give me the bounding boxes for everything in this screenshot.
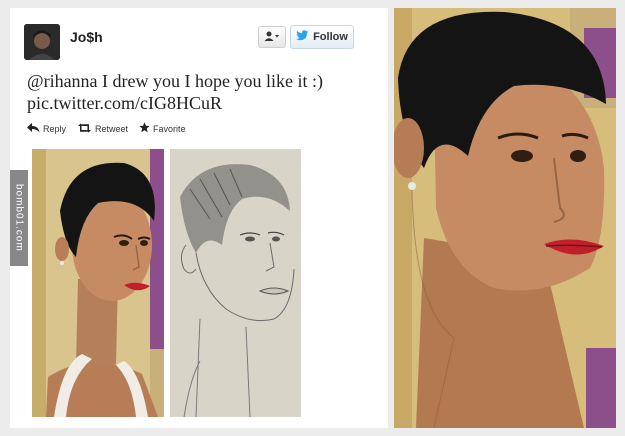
reply-action[interactable]: Reply [27,122,66,135]
watermark-text: bomb01.com [13,184,25,252]
follow-button[interactable]: Follow [290,25,354,49]
reference-photo[interactable] [32,149,164,417]
favorite-action[interactable]: Favorite [139,122,186,135]
tweet-card: Jo$h Follow @rihanna I drew you I hope y… [10,8,388,428]
tweet-text-line-1: @rihanna I drew you I hope you like it :… [27,71,323,91]
tweet-text-line-2[interactable]: pic.twitter.com/cIG8HCuR [27,92,377,114]
user-dropdown-icon [264,31,280,43]
retweet-label: Retweet [95,123,129,134]
tweet-actions: Reply Retweet Favorite [27,122,186,135]
drawing-photo[interactable] [170,149,301,417]
reply-label: Reply [43,123,67,134]
user-dropdown-button[interactable] [258,26,286,48]
reply-icon [27,122,40,135]
watermark: bomb01.com [10,170,28,266]
favorite-star-icon [139,122,150,135]
display-name[interactable]: Jo$h [70,29,103,45]
twitter-bird-icon [296,30,309,44]
retweet-icon [77,123,92,135]
edited-photo[interactable] [394,8,616,428]
avatar[interactable] [24,24,60,60]
retweet-action[interactable]: Retweet [77,122,128,135]
favorite-label: Favorite [153,123,186,134]
follow-label: Follow [313,31,348,43]
tweet-text: @rihanna I drew you I hope you like it :… [27,70,377,114]
